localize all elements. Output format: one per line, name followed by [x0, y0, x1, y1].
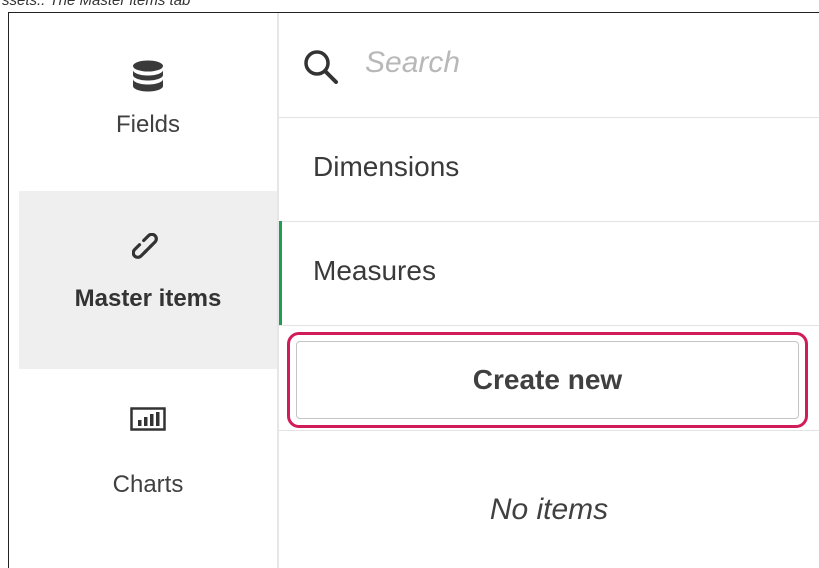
search-input[interactable]: Search — [279, 13, 819, 118]
assets-panel: Fields Master items Charts Search Dimens… — [8, 12, 819, 568]
caption-text: ssets.. The Master items tab — [2, 0, 191, 9]
sidebar-item-label: Charts — [112, 471, 184, 498]
sidebar-item-label: Master items — [74, 285, 222, 312]
active-section-indicator — [279, 221, 282, 325]
sidebar-item-label: Fields — [115, 111, 181, 138]
database-icon — [131, 41, 165, 111]
section-dimensions[interactable]: Dimensions — [279, 117, 819, 222]
master-items-panel: Search Dimensions Measures Create new No… — [279, 13, 819, 568]
sidebar-item-charts[interactable]: Charts — [19, 369, 277, 568]
section-measures[interactable]: Measures — [279, 221, 819, 326]
search-placeholder: Search — [365, 46, 461, 79]
link-icon — [132, 223, 164, 275]
sidebar-item-master-items[interactable]: Master items — [19, 191, 277, 369]
sidebar-item-fields[interactable]: Fields — [19, 41, 277, 191]
empty-state-text: No items — [489, 493, 609, 526]
create-new-area: Create new — [279, 326, 819, 431]
assets-sidebar: Fields Master items Charts — [9, 13, 277, 568]
section-label: Dimensions — [313, 151, 460, 182]
section-label: Measures — [313, 255, 436, 286]
search-icon — [303, 49, 339, 90]
create-new-button[interactable]: Create new — [296, 341, 799, 419]
bar-chart-icon — [130, 397, 166, 441]
